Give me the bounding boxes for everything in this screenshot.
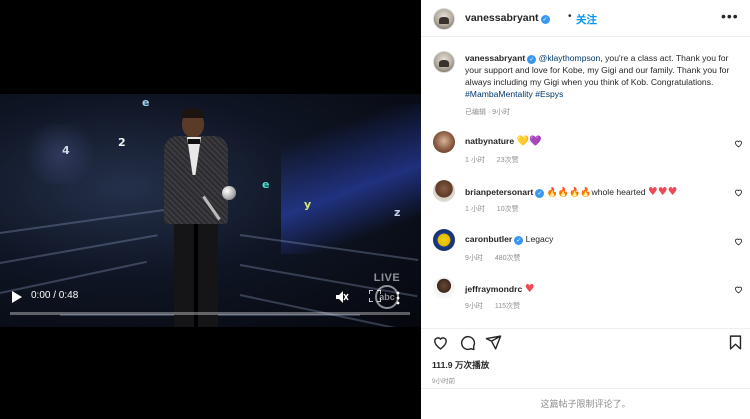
comment-item: caronbutler ✓ Legacy 9小时 480次赞 [421,229,750,277]
avatar[interactable] [433,51,455,73]
comment-username[interactable]: natbynature [465,136,514,146]
author-username[interactable]: vanessabryant ✓ [465,12,550,24]
comment-username[interactable]: caronbutler [465,234,512,244]
verified-badge-icon: ✓ [527,55,537,64]
confetti-piece: e [142,96,150,109]
comment-username[interactable]: brianpetersonart [465,187,533,197]
confetti-piece: 2 [118,136,126,149]
confetti-piece: z [394,206,401,219]
caption-time: 9小时 [492,109,511,116]
confetti-piece: e [262,178,270,191]
verified-badge-icon: ✓ [540,15,550,24]
fullscreen-icon[interactable] [369,290,381,302]
avatar[interactable] [433,180,455,202]
video-time: 0:00 / 0:48 [31,290,79,301]
stage-light [20,124,100,184]
comment-likes[interactable]: 115次赞 [495,303,520,310]
avatar[interactable] [433,131,455,153]
avatar[interactable] [433,277,455,299]
avatar[interactable] [433,8,455,30]
red-heart: ♥ [524,282,535,295]
share-icon[interactable] [485,334,502,351]
comment-time: 9小时 [465,303,483,310]
comment-text: natbynature 💛💜 [465,136,715,147]
stage-floor-line [0,234,158,264]
comment-emojis: 💛💜 [516,136,542,147]
hashtag-link[interactable]: #Espys [535,89,563,99]
verified-badge-icon: ✓ [535,189,545,198]
espy-trophy [202,186,236,221]
red-hearts: ♥♥♥ [647,185,678,198]
heart-outline-icon[interactable] [734,285,743,294]
video-controls: 0:00 / 0:48 [0,282,421,322]
heart-outline-icon[interactable] [734,188,743,197]
caption-text: vanessabryant ✓ @klaythompson, you're a c… [465,52,739,100]
comment-username[interactable]: jeffraymondrc [465,284,522,294]
avatar[interactable] [433,229,455,251]
comment-text: brianpetersonart ✓ 🔥🔥🔥🔥whole hearted ♥♥♥ [465,185,715,198]
caption-meta: 已编辑 · 9小时 [465,109,511,116]
heart-outline-icon[interactable] [432,334,449,351]
separator-dot: • [568,11,572,22]
fire-emojis: 🔥🔥🔥🔥 [546,188,592,198]
stage-floor-line [0,208,169,234]
stage-light-beam [281,104,421,254]
comment-item: brianpetersonart ✓ 🔥🔥🔥🔥whole hearted ♥♥♥ … [421,180,750,228]
comment-text: caronbutler ✓ Legacy [465,234,715,245]
post-action-bar [421,328,750,352]
play-icon[interactable] [12,291,22,303]
view-count[interactable]: 111.9 万次播放 [432,359,489,371]
comment-meta: 9小时 480次赞 [465,253,531,263]
comment-likes[interactable]: 480次赞 [495,255,521,262]
heart-outline-icon[interactable] [734,237,743,246]
heart-outline-icon[interactable] [734,139,743,148]
more-vertical-icon[interactable] [396,291,400,305]
video-player[interactable]: e 2 4 e y z LIVE abc 0:00 / 0:48 [0,0,421,419]
speaker-muted-icon[interactable] [335,290,349,304]
comment-item: natbynature 💛💜 1 小时 23次赞 [421,131,750,179]
edited-label: 已编辑 [465,109,486,116]
comment-likes[interactable]: 10次赞 [497,206,519,213]
caption-username[interactable]: vanessabryant [465,53,525,63]
verified-badge-icon: ✓ [514,236,524,245]
post-timestamp: 9小时前 [432,378,456,385]
comment-time: 9小时 [465,255,483,262]
comment-item: jeffraymondrc ♥ 9小时 115次赞 [421,277,750,325]
comment-meta: 1 小时 10次赞 [465,204,529,214]
video-progress-bar[interactable] [10,312,410,315]
comment-meta: 1 小时 23次赞 [465,155,529,165]
post-panel: vanessabryant ✓ • 关注 ••• vanessabryant ✓ @… [421,0,750,419]
comment-body: whole hearted [591,187,646,197]
comment-time: 1 小时 [465,157,485,164]
hashtag-link[interactable]: #MambaMentality [465,89,533,99]
mention-link[interactable]: @klaythompson [539,53,601,63]
comment-time: 1 小时 [465,206,485,213]
comment-likes[interactable]: 23次赞 [497,157,519,164]
follow-button[interactable]: 关注 [576,12,597,27]
confetti-piece: 4 [62,144,70,157]
comment-body: Legacy [525,234,554,244]
post-header: vanessabryant ✓ • 关注 ••• [421,0,750,37]
confetti-piece: y [304,198,312,211]
comment-text: jeffraymondrc ♥ [465,282,715,295]
bookmark-icon[interactable] [727,334,744,351]
more-horizontal-icon[interactable]: ••• [721,8,739,24]
comment-icon[interactable] [459,334,476,351]
comments-limited-notice: 这篇帖子限制评论了。 [421,388,750,419]
comment-meta: 9小时 115次赞 [465,301,530,311]
